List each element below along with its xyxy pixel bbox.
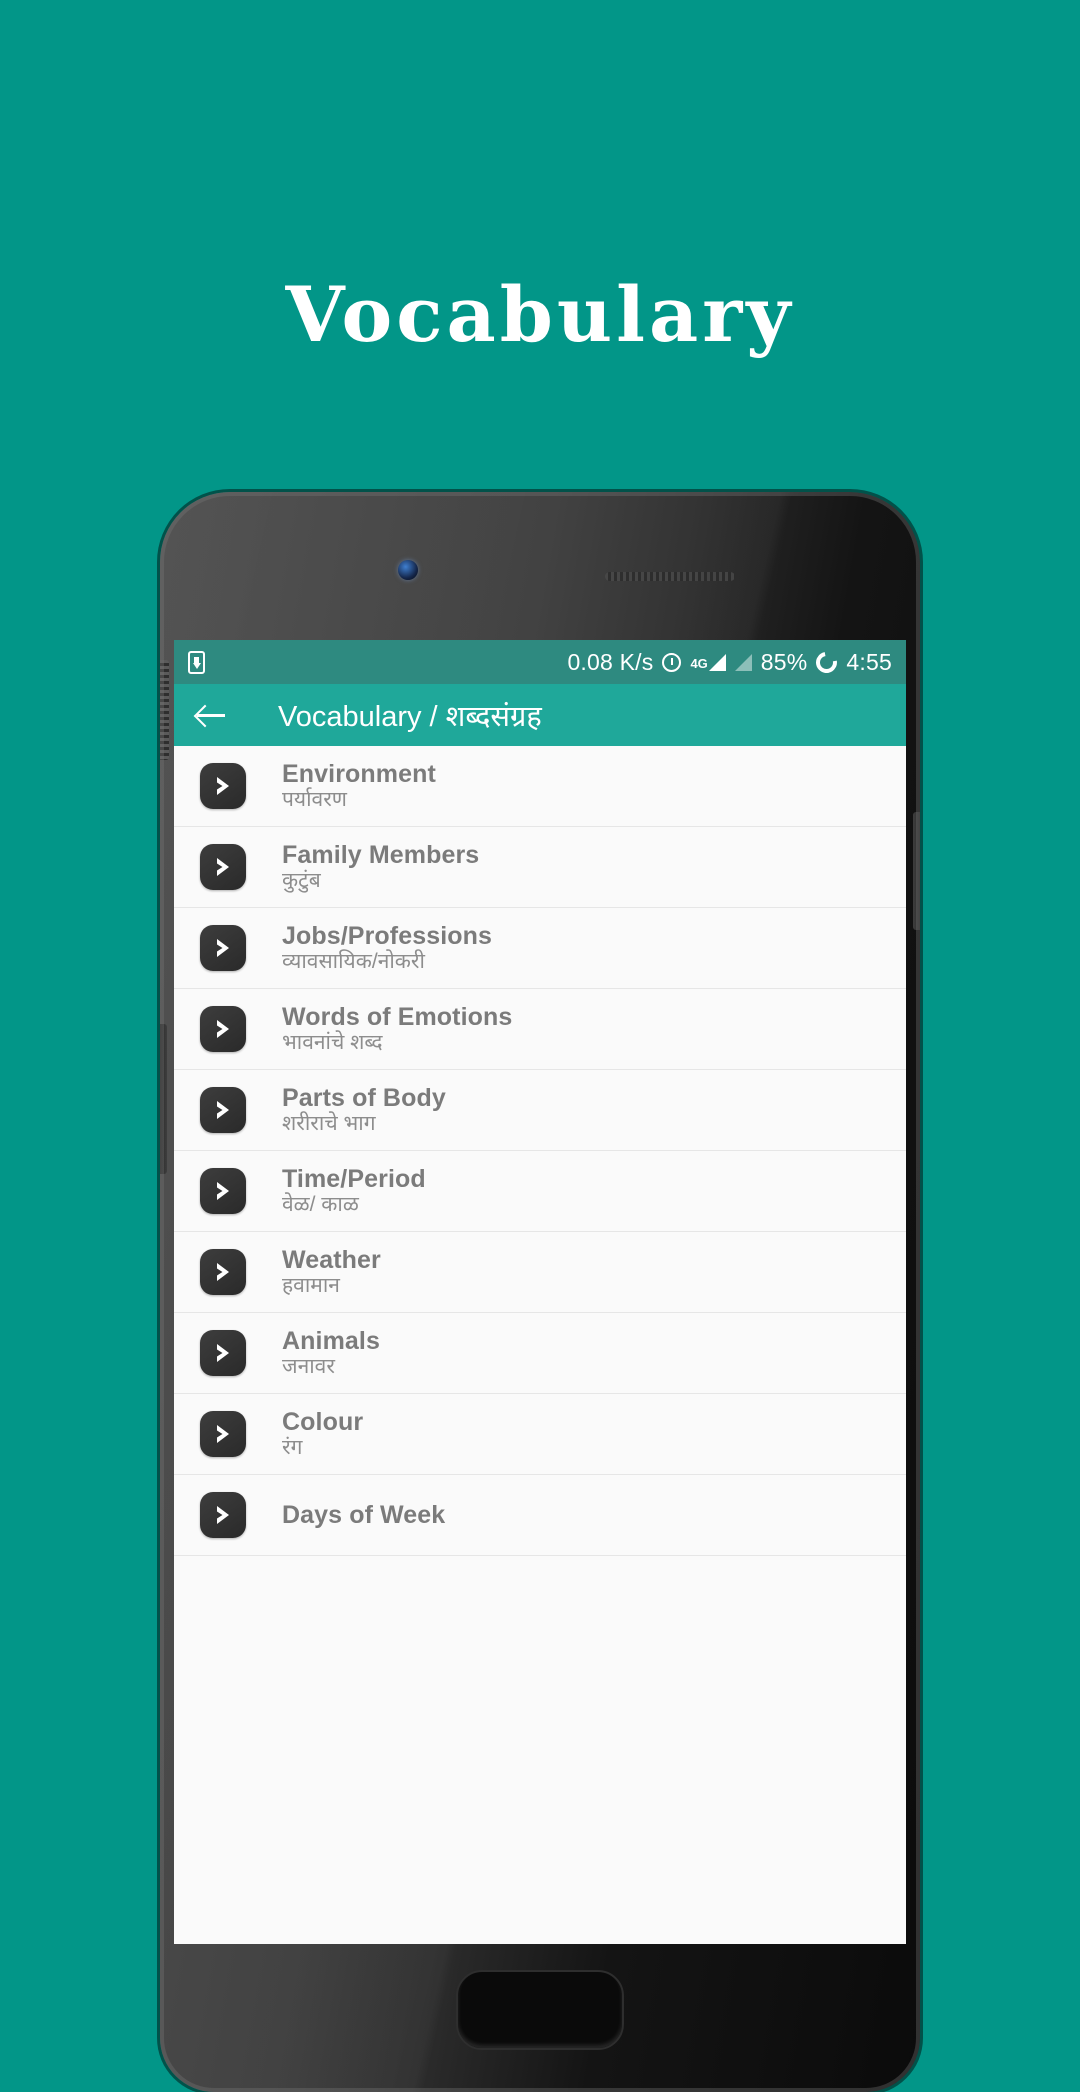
network-type-label: 4G bbox=[690, 655, 708, 671]
alert-slider-button[interactable] bbox=[160, 660, 169, 760]
list-item[interactable]: Weather हवामान bbox=[174, 1232, 906, 1313]
chevron-right-icon bbox=[200, 1168, 246, 1214]
list-item-text: Parts of Body शरीराचे भाग bbox=[282, 1084, 446, 1136]
battery-percent-label: 85% bbox=[760, 648, 808, 675]
signal-triangle-filled bbox=[708, 653, 726, 671]
list-item-title: Jobs/Professions bbox=[282, 922, 492, 951]
list-item-text: Colour रंग bbox=[282, 1408, 363, 1460]
status-bar: 0.08 K/s 4G 85% 4:55 bbox=[174, 640, 906, 684]
chevron-right-icon bbox=[200, 1087, 246, 1133]
vocabulary-category-list[interactable]: Environment पर्यावरण Family Members कुटु… bbox=[174, 746, 906, 1944]
earpiece-speaker-icon bbox=[605, 572, 735, 581]
list-item[interactable]: Animals जनावर bbox=[174, 1313, 906, 1394]
list-item-title: Environment bbox=[282, 760, 436, 789]
volume-button[interactable] bbox=[160, 1024, 167, 1174]
list-item-subtitle: हवामान bbox=[282, 1274, 340, 1298]
list-item-title: Time/Period bbox=[282, 1165, 426, 1194]
phone-screen: 0.08 K/s 4G 85% 4:55 Vocabulary / शब्दसं… bbox=[174, 640, 906, 1944]
chevron-right-icon bbox=[200, 1249, 246, 1295]
chevron-right-icon bbox=[200, 925, 246, 971]
page-title: Vocabulary bbox=[285, 270, 795, 359]
signal-bars-icon: 4G bbox=[690, 653, 726, 671]
list-item-text: Animals जनावर bbox=[282, 1327, 380, 1379]
device-bottom-bezel bbox=[160, 1944, 920, 2092]
list-item-title: Parts of Body bbox=[282, 1084, 446, 1113]
app-bar: Vocabulary / शब्दसंग्रह bbox=[174, 684, 906, 746]
list-item-title: Days of Week bbox=[282, 1501, 446, 1529]
chevron-right-icon bbox=[200, 1492, 246, 1538]
list-item[interactable]: Colour रंग bbox=[174, 1394, 906, 1475]
list-item[interactable]: Jobs/Professions व्यावसायिक/नोकरी bbox=[174, 908, 906, 989]
list-item-subtitle: भावनांचे शब्द bbox=[282, 1031, 383, 1055]
app-bar-title: Vocabulary / शब्दसंग्रह bbox=[278, 700, 542, 733]
chevron-right-icon bbox=[200, 763, 246, 809]
device-top-bezel bbox=[160, 492, 920, 640]
list-item[interactable]: Days of Week bbox=[174, 1475, 906, 1556]
chevron-right-icon bbox=[200, 1411, 246, 1457]
list-item-title: Weather bbox=[282, 1246, 381, 1275]
list-item-text: Environment पर्यावरण bbox=[282, 760, 436, 812]
alarm-icon bbox=[662, 652, 682, 672]
status-bar-right: 0.08 K/s 4G 85% 4:55 bbox=[567, 647, 892, 677]
list-item[interactable]: Family Members कुटुंब bbox=[174, 827, 906, 908]
chevron-right-icon bbox=[200, 844, 246, 890]
list-item-subtitle: जनावर bbox=[282, 1355, 335, 1379]
list-item-text: Jobs/Professions व्यावसायिक/नोकरी bbox=[282, 922, 492, 974]
list-item-text: Words of Emotions भावनांचे शब्द bbox=[282, 1003, 512, 1055]
list-item-subtitle: वेळ/ काळ bbox=[282, 1193, 359, 1217]
battery-circle-icon bbox=[812, 647, 842, 677]
clock-label: 4:55 bbox=[846, 648, 892, 675]
list-item-text: Days of Week bbox=[282, 1501, 445, 1529]
list-item-subtitle: शरीराचे भाग bbox=[282, 1112, 376, 1136]
home-button[interactable] bbox=[456, 1970, 624, 2050]
list-item-text: Family Members कुटुंब bbox=[282, 841, 479, 893]
back-arrow-icon[interactable] bbox=[194, 698, 228, 732]
chevron-right-icon bbox=[200, 1330, 246, 1376]
list-item-title: Animals bbox=[282, 1327, 380, 1356]
list-item-text: Time/Period वेळ/ काळ bbox=[282, 1165, 426, 1217]
list-item-subtitle: रंग bbox=[282, 1436, 303, 1460]
network-speed-label: 0.08 K/s bbox=[567, 648, 654, 675]
list-item[interactable]: Words of Emotions भावनांचे शब्द bbox=[174, 989, 906, 1070]
list-item[interactable]: Time/Period वेळ/ काळ bbox=[174, 1151, 906, 1232]
list-item-title: Words of Emotions bbox=[282, 1003, 513, 1032]
front-camera-icon bbox=[398, 560, 418, 580]
list-item-text: Weather हवामान bbox=[282, 1246, 381, 1298]
chevron-right-icon bbox=[200, 1006, 246, 1052]
signal-triangle-empty bbox=[734, 653, 752, 671]
list-item-title: Colour bbox=[282, 1408, 364, 1437]
list-item-subtitle: व्यावसायिक/नोकरी bbox=[282, 950, 425, 974]
list-item[interactable]: Environment पर्यावरण bbox=[174, 746, 906, 827]
power-button[interactable] bbox=[913, 812, 920, 930]
status-bar-left bbox=[188, 650, 205, 674]
phone-device-mockup: 0.08 K/s 4G 85% 4:55 Vocabulary / शब्दसं… bbox=[160, 492, 920, 2092]
list-item[interactable]: Parts of Body शरीराचे भाग bbox=[174, 1070, 906, 1151]
signal-bars-empty-icon bbox=[734, 653, 752, 671]
download-icon bbox=[188, 650, 205, 674]
list-item-title: Family Members bbox=[282, 841, 480, 870]
list-item-subtitle: कुटुंब bbox=[282, 869, 321, 893]
list-item-subtitle: पर्यावरण bbox=[282, 788, 347, 812]
